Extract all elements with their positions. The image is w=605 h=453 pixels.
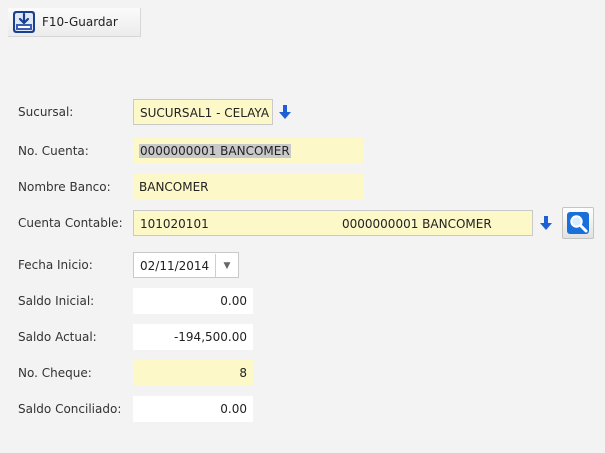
sucursal-dropdown-button[interactable] xyxy=(274,99,296,125)
toolbar: F10-Guardar xyxy=(0,0,605,45)
saldo-actual-field[interactable]: -194,500.00 xyxy=(133,324,253,350)
search-button[interactable] xyxy=(562,207,594,239)
fecha-inicio-value: 02/11/2014 xyxy=(140,259,210,273)
no-cuenta-label: No. Cuenta: xyxy=(18,144,89,158)
nombre-banco-label: Nombre Banco: xyxy=(18,180,111,194)
save-button[interactable]: F10-Guardar xyxy=(8,8,141,37)
saldo-conciliado-label: Saldo Conciliado: xyxy=(18,402,122,416)
no-cheque-label: No. Cheque: xyxy=(18,366,92,380)
sucursal-select[interactable]: SUCURSAL1 - CELAYA xyxy=(133,99,273,125)
save-icon xyxy=(13,11,35,33)
cuenta-contable-code: 101020101 xyxy=(140,217,209,231)
date-dropdown-button[interactable]: ▼ xyxy=(215,254,238,277)
search-icon xyxy=(567,212,589,234)
saldo-inicial-label: Saldo Inicial: xyxy=(18,294,95,308)
cuenta-contable-field[interactable]: 101020101 0000000001 BANCOMER xyxy=(133,210,533,236)
fecha-inicio-field[interactable]: 02/11/2014 ▼ xyxy=(133,252,239,278)
nombre-banco-field[interactable]: BANCOMER xyxy=(133,174,363,200)
chevron-down-icon: ▼ xyxy=(223,261,231,271)
no-cuenta-field[interactable]: 0000000001 BANCOMER xyxy=(133,138,363,164)
arrow-down-icon xyxy=(279,105,291,119)
saldo-actual-label: Saldo Actual: xyxy=(18,330,97,344)
no-cuenta-value: 0000000001 BANCOMER xyxy=(139,144,291,158)
cuenta-contable-description: 0000000001 BANCOMER xyxy=(342,217,492,231)
save-button-label: F10-Guardar xyxy=(42,15,118,29)
sucursal-label: Sucursal: xyxy=(18,105,74,119)
saldo-conciliado-field[interactable]: 0.00 xyxy=(133,396,253,422)
cuenta-contable-label: Cuenta Contable: xyxy=(18,216,123,230)
form-panel: Sucursal: SUCURSAL1 - CELAYA No. Cuenta:… xyxy=(8,66,605,453)
arrow-down-icon xyxy=(540,216,552,230)
fecha-inicio-label: Fecha Inicio: xyxy=(18,258,93,272)
saldo-inicial-field[interactable]: 0.00 xyxy=(133,288,253,314)
cuenta-contable-dropdown-button[interactable] xyxy=(535,210,557,236)
no-cheque-field[interactable]: 8 xyxy=(133,360,253,386)
